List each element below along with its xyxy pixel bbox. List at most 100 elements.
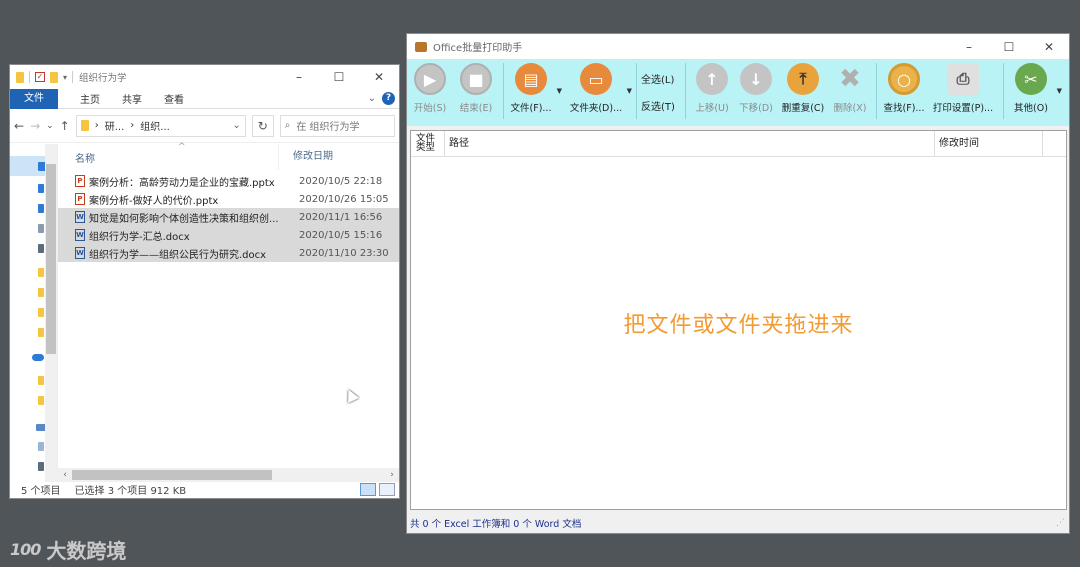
file-row[interactable]: W 知觉是如何影响个体创造性决策和组织创... 2020/11/1 16:56 <box>58 208 399 226</box>
resize-grip-icon[interactable]: ⋰ <box>1056 518 1069 528</box>
drive-icon[interactable] <box>38 462 44 471</box>
dropdown-arrow-icon[interactable]: ▼ <box>1057 87 1062 95</box>
up-arrow-icon[interactable]: ↑ <box>60 119 70 133</box>
powerpoint-file-icon: P <box>75 175 85 187</box>
toolbar-divider <box>1003 63 1004 119</box>
file-name: 案例分析：高龄劳动力是企业的宝藏.pptx <box>89 177 275 189</box>
column-header-modified[interactable]: 修改时间 <box>935 131 1043 156</box>
word-file-icon: W <box>75 211 85 223</box>
stop-icon: ■ <box>460 63 492 95</box>
scroll-right-icon[interactable]: › <box>385 470 399 480</box>
recent-locations-icon[interactable]: ⌄ <box>46 121 54 131</box>
dropdown-arrow-icon[interactable]: ▼ <box>627 87 632 95</box>
large-icons-view-icon[interactable] <box>379 482 395 496</box>
other-button[interactable]: ✂ 其他(O) ▼ <box>1008 63 1062 114</box>
close-button[interactable]: ✕ <box>1029 40 1069 54</box>
minimize-button[interactable]: – <box>949 40 989 54</box>
onedrive-cloud-icon[interactable] <box>32 354 44 361</box>
breadcrumb-separator: › <box>94 120 99 131</box>
toolbar: ▶ 开始(S) ■ 结束(E) ▤ 文件(F)... ▼ ▭ 文件夹(D)...… <box>407 59 1069 126</box>
folder-icon <box>16 71 24 83</box>
dropdown-arrow-icon[interactable]: ▼ <box>557 87 562 95</box>
documents-icon[interactable] <box>38 224 44 233</box>
breadcrumb-separator: › <box>130 120 135 131</box>
help-icon[interactable]: ? <box>382 92 395 105</box>
invert-selection-button[interactable]: 反选(T) <box>641 98 681 113</box>
maximize-button[interactable]: ☐ <box>319 70 359 84</box>
breadcrumb-item[interactable]: 研... <box>105 118 125 133</box>
column-header-path[interactable]: 路径 <box>445 131 935 156</box>
folder-icon[interactable] <box>38 288 44 297</box>
search-input[interactable]: ⌕ 在 组织行为学 <box>279 114 395 137</box>
print-settings-button[interactable]: ⎙ 打印设置(P)... <box>927 63 999 114</box>
window-title: Office批量打印助手 <box>433 43 523 54</box>
file-modified-date: 2020/10/5 22:18 <box>299 175 383 187</box>
back-arrow-icon[interactable]: ← <box>14 119 24 133</box>
folder-icon[interactable] <box>38 308 44 317</box>
maximize-button[interactable]: ☐ <box>989 40 1029 54</box>
file-row[interactable]: P 案例分析-做好人的代价.pptx 2020/10/26 15:05 <box>58 190 399 208</box>
watermark-logo-icon: 100 <box>10 540 41 559</box>
word-file-icon: W <box>75 247 85 259</box>
chevron-down-icon[interactable]: ⌄ <box>232 120 240 131</box>
file-list: P 案例分析：高龄劳动力是企业的宝藏.pptx 2020/10/5 22:18 P 案例… <box>58 172 399 262</box>
start-button[interactable]: ▶ 开始(S) <box>407 63 453 114</box>
stop-button[interactable]: ■ 结束(E) <box>453 63 499 114</box>
address-bar[interactable]: › 研... › 组织... ⌄ <box>75 114 246 137</box>
file-modified-date: 2020/11/1 16:56 <box>299 211 383 223</box>
printer-icon: ⎙ <box>947 63 979 95</box>
breadcrumb-item[interactable]: 组织... <box>140 118 170 133</box>
add-folder-button[interactable]: ▭ 文件夹(D)... ▼ <box>566 63 632 114</box>
folder-icon[interactable] <box>38 376 44 385</box>
file-row[interactable]: P 案例分析：高龄劳动力是企业的宝藏.pptx 2020/10/5 22:18 <box>58 172 399 190</box>
tab-view[interactable]: 查看 <box>164 91 184 106</box>
remove-duplicates-button[interactable]: ⤒ 删重复(C) <box>778 63 828 114</box>
tab-share[interactable]: 共享 <box>122 91 142 106</box>
delete-button[interactable]: ✖ 删除(X) <box>828 63 872 114</box>
refresh-button[interactable]: ↻ <box>251 114 274 137</box>
tab-home[interactable]: 主页 <box>80 91 100 106</box>
find-button[interactable]: ○ 查找(F)... <box>881 63 927 114</box>
status-text: 共 0 个 Excel 工作簿和 0 个 Word 文档 <box>410 519 582 530</box>
file-list-pane: ^ 名称 修改日期 P 案例分析：高龄劳动力是企业的宝藏.pptx 2020/10/… <box>58 142 399 482</box>
column-header-type[interactable]: 文件类型 <box>411 131 445 156</box>
folder-icon[interactable] <box>38 396 44 405</box>
search-placeholder: 在 组织行为学 <box>296 122 360 133</box>
column-header-date[interactable]: 修改日期 <box>278 144 333 170</box>
folder-icon[interactable] <box>38 328 44 337</box>
folder-icon[interactable] <box>38 268 44 277</box>
close-button[interactable]: ✕ <box>359 70 399 84</box>
expand-ribbon-icon[interactable]: ⌄ <box>368 93 376 104</box>
move-down-button[interactable]: ↓ 下移(D) <box>734 63 778 114</box>
navigation-bar: ← → ⌄ ↑ › 研... › 组织... ⌄ ↻ ⌕ 在 组织行为学 <box>10 109 399 143</box>
desktop-icon[interactable] <box>38 184 44 193</box>
details-view-icon[interactable] <box>360 482 376 496</box>
add-file-button[interactable]: ▤ 文件(F)... ▼ <box>508 63 562 114</box>
file-explorer-window: ✓ ▾ 组织行为学 – ☐ ✕ 文件 主页 共享 查看 ⌄ ? ← → ⌄ ↑ … <box>9 64 400 499</box>
nav-pane-scroll-thumb[interactable] <box>46 164 56 354</box>
drive-icon[interactable] <box>38 442 44 451</box>
minimize-button[interactable]: – <box>279 70 319 84</box>
pictures-icon[interactable] <box>38 244 44 253</box>
scroll-left-icon[interactable]: ‹ <box>58 470 72 480</box>
item-count: 5 个项目 <box>21 485 61 497</box>
file-drop-list[interactable]: 文件类型 路径 修改时间 把文件或文件夹拖进来 <box>410 130 1067 510</box>
forward-arrow-icon[interactable]: → <box>30 119 40 133</box>
file-list-header: ^ 名称 修改日期 <box>58 142 399 170</box>
new-folder-icon[interactable] <box>50 71 58 83</box>
explorer-body: ^ 名称 修改日期 P 案例分析：高龄劳动力是企业的宝藏.pptx 2020/10/… <box>10 142 399 482</box>
list-header: 文件类型 路径 修改时间 <box>411 131 1066 157</box>
watermark-text: 大数跨境 <box>46 539 127 563</box>
search-icon: ⌕ <box>284 120 291 131</box>
file-row[interactable]: W 组织行为学-汇总.docx 2020/10/5 15:16 <box>58 226 399 244</box>
move-up-button[interactable]: ↑ 上移(U) <box>690 63 734 114</box>
tab-file[interactable]: 文件 <box>10 88 58 109</box>
file-row[interactable]: W 组织行为学——组织公民行为研究.docx 2020/11/10 23:30 <box>58 244 399 262</box>
properties-icon[interactable]: ✓ <box>35 72 45 82</box>
file-name: 案例分析-做好人的代价.pptx <box>89 195 219 207</box>
downloads-icon[interactable] <box>38 204 44 213</box>
horizontal-scroll-thumb[interactable] <box>72 470 272 480</box>
column-header-name[interactable]: 名称 <box>58 150 278 165</box>
customize-quick-access-icon[interactable]: ▾ <box>63 73 67 82</box>
select-all-button[interactable]: 全选(L) <box>641 71 681 86</box>
